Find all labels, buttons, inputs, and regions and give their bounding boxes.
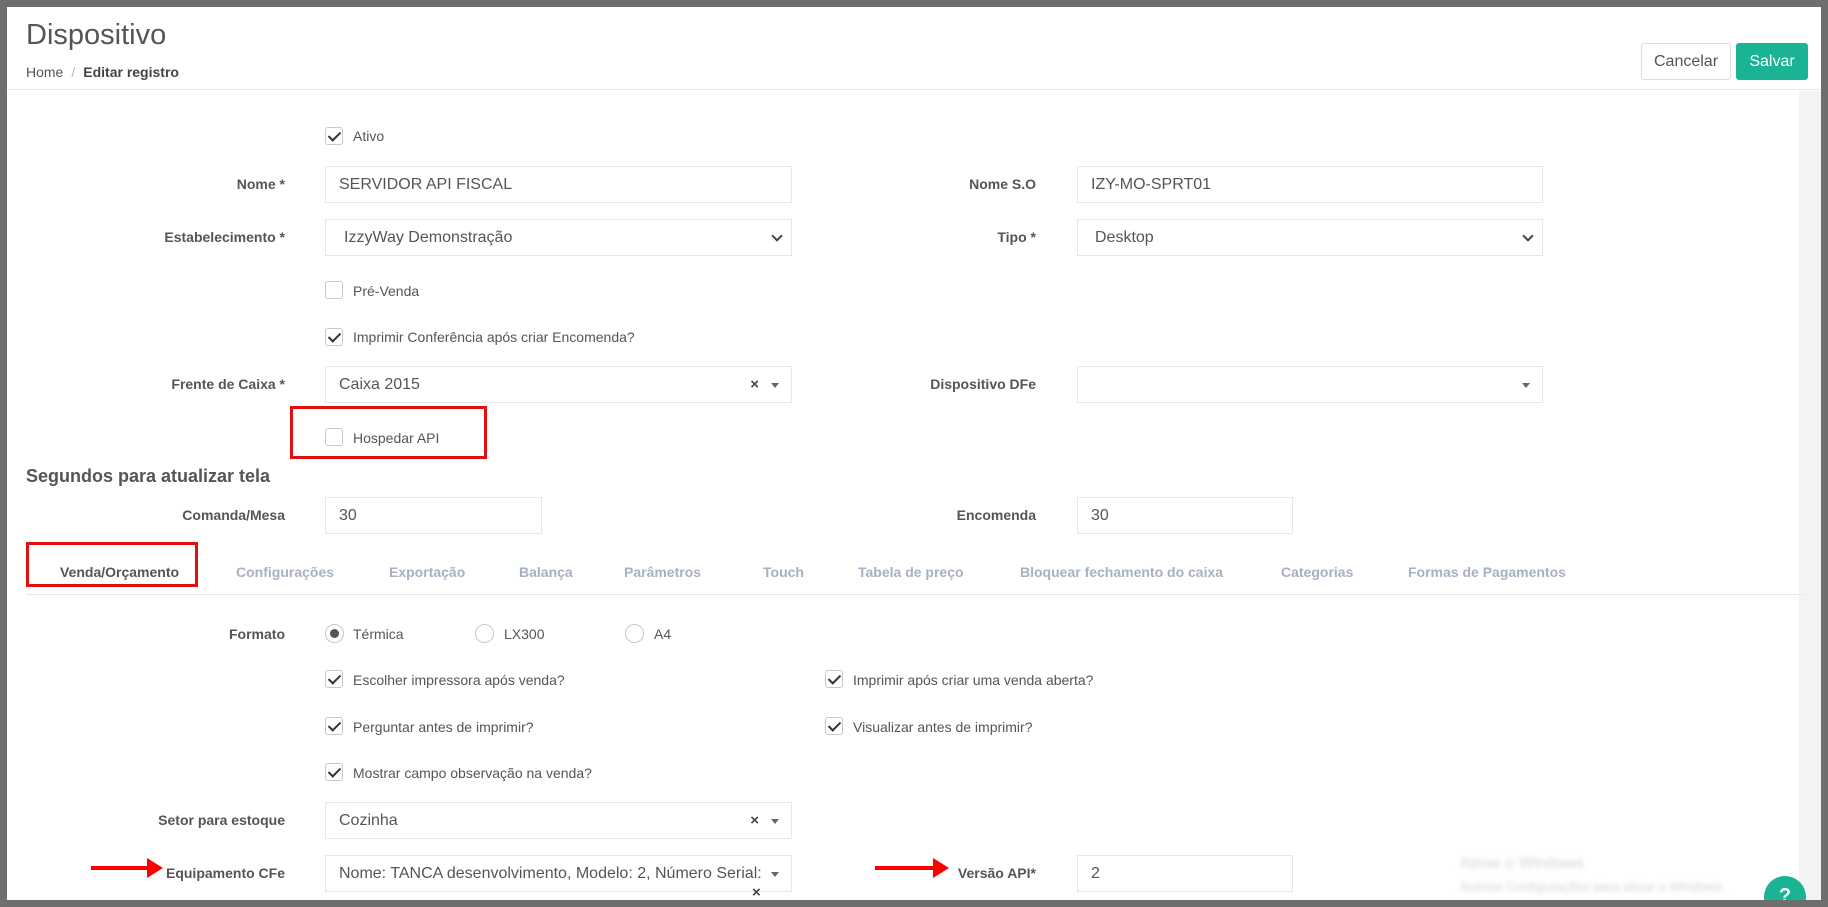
- highlight-hospedar-api: [290, 406, 487, 459]
- imprimir-venda-aberta-label: Imprimir após criar uma venda aberta?: [853, 672, 1094, 688]
- breadcrumb-home[interactable]: Home: [26, 64, 63, 80]
- chevron-down-icon: [1522, 230, 1534, 242]
- formato-lx300-label: LX300: [504, 626, 545, 642]
- visualizar-imprimir-checkbox[interactable]: [825, 717, 843, 735]
- mostrar-observacao-checkbox[interactable]: [325, 763, 343, 781]
- frente-caixa-label: Frente de Caixa *: [171, 376, 285, 392]
- tab-touch[interactable]: Touch: [763, 564, 804, 580]
- tab-formas-pagamentos[interactable]: Formas de Pagamentos: [1408, 564, 1566, 580]
- tab-bar: Venda/Orçamento Configurações Exportação…: [26, 549, 1804, 595]
- caret-down-icon: [771, 383, 779, 388]
- formato-a4-radio[interactable]: [625, 624, 644, 643]
- nome-so-label: Nome S.O: [969, 176, 1036, 192]
- tipo-value: Desktop: [1095, 228, 1154, 246]
- tipo-select[interactable]: Desktop: [1077, 219, 1543, 256]
- clear-icon[interactable]: ×: [750, 376, 759, 393]
- imprimir-venda-aberta-checkbox[interactable]: [825, 670, 843, 688]
- formato-termica-radio[interactable]: [325, 624, 344, 643]
- tipo-label: Tipo *: [997, 229, 1036, 245]
- estabelecimento-label: Estabelecimento *: [164, 229, 285, 245]
- tab-parametros[interactable]: Parâmetros: [624, 564, 701, 580]
- tab-balanca[interactable]: Balança: [519, 564, 573, 580]
- clear-icon[interactable]: ×: [752, 884, 761, 900]
- tab-configuracoes[interactable]: Configurações: [236, 564, 334, 580]
- tab-tabela-preco[interactable]: Tabela de preço: [858, 564, 964, 580]
- cancel-button[interactable]: Cancelar: [1641, 43, 1731, 80]
- setor-estoque-select[interactable]: Cozinha ×: [325, 802, 792, 839]
- estabelecimento-select[interactable]: IzzyWay Demonstração: [325, 219, 792, 256]
- highlight-tab-venda: [26, 542, 198, 587]
- breadcrumb-current: Editar registro: [83, 64, 179, 80]
- breadcrumb-separator: /: [71, 64, 76, 80]
- imprimir-conferencia-label: Imprimir Conferência após criar Encomend…: [353, 329, 635, 345]
- nome-label: Nome *: [236, 176, 285, 192]
- estabelecimento-value: IzzyWay Demonstração: [344, 228, 513, 246]
- caret-down-icon: [771, 819, 779, 824]
- chevron-down-icon: [771, 230, 783, 242]
- encomenda-input[interactable]: 30: [1077, 497, 1293, 534]
- tab-exportacao[interactable]: Exportação: [389, 564, 465, 580]
- caret-down-icon: [771, 872, 779, 877]
- formato-label: Formato: [229, 626, 285, 642]
- formato-termica-label: Térmica: [353, 626, 404, 642]
- visualizar-imprimir-label: Visualizar antes de imprimir?: [853, 719, 1033, 735]
- ativo-label: Ativo: [353, 128, 385, 144]
- breadcrumb: Home / Editar registro: [26, 64, 179, 80]
- save-button[interactable]: Salvar: [1736, 43, 1808, 80]
- equipamento-cfe-value: Nome: TANCA desenvolvimento, Modelo: 2, …: [339, 864, 762, 882]
- equipamento-cfe-label: Equipamento CFe: [165, 865, 285, 881]
- equipamento-cfe-select[interactable]: Nome: TANCA desenvolvimento, Modelo: 2, …: [325, 855, 792, 892]
- dispositivo-dfe-select[interactable]: [1077, 366, 1543, 403]
- encomenda-label: Encomenda: [956, 507, 1036, 523]
- setor-estoque-value: Cozinha: [339, 811, 398, 829]
- windows-watermark-subtitle: Acesse Configurações para ativar o Windo…: [1460, 879, 1726, 894]
- page-header: Dispositivo Home / Editar registro Cancela…: [7, 7, 1821, 90]
- nome-so-input[interactable]: IZY-MO-SPRT01: [1077, 166, 1543, 203]
- mostrar-observacao-label: Mostrar campo observação na venda?: [353, 765, 592, 781]
- form-panel: [7, 91, 1799, 900]
- red-arrow-versao-api: [875, 858, 949, 878]
- setor-estoque-label: Setor para estoque: [158, 812, 285, 828]
- escolher-impressora-checkbox[interactable]: [325, 670, 343, 688]
- red-arrow-equipamento: [91, 858, 163, 878]
- escolher-impressora-label: Escolher impressora após venda?: [353, 672, 565, 688]
- formato-lx300-radio[interactable]: [475, 624, 494, 643]
- clear-icon[interactable]: ×: [750, 812, 759, 829]
- formato-a4-label: A4: [654, 626, 672, 642]
- app-window: Dispositivo Home / Editar registro Cancela…: [7, 7, 1821, 900]
- dispositivo-dfe-label: Dispositivo DFe: [930, 376, 1036, 392]
- versao-api-label: Versão API*: [957, 865, 1036, 881]
- comanda-mesa-input[interactable]: 30: [325, 497, 542, 534]
- windows-watermark-title: Ativar o Windows: [1460, 855, 1584, 872]
- segundos-section-title: Segundos para atualizar tela: [26, 466, 271, 486]
- perguntar-imprimir-checkbox[interactable]: [325, 717, 343, 735]
- versao-api-input[interactable]: 2: [1077, 855, 1293, 892]
- nome-input[interactable]: SERVIDOR API FISCAL: [325, 166, 792, 203]
- pre-venda-checkbox[interactable]: [325, 281, 343, 299]
- perguntar-imprimir-label: Perguntar antes de imprimir?: [353, 719, 534, 735]
- pre-venda-label: Pré-Venda: [353, 283, 420, 299]
- tab-categorias[interactable]: Categorias: [1281, 564, 1353, 580]
- frente-caixa-value: Caixa 2015: [339, 375, 420, 393]
- ativo-checkbox[interactable]: [325, 127, 343, 145]
- imprimir-conferencia-checkbox[interactable]: [325, 328, 343, 346]
- frente-caixa-select[interactable]: Caixa 2015 ×: [325, 366, 792, 403]
- tab-bloquear-fechamento[interactable]: Bloquear fechamento do caixa: [1020, 564, 1223, 580]
- caret-down-icon: [1522, 383, 1530, 388]
- comanda-mesa-label: Comanda/Mesa: [182, 507, 285, 523]
- page-title: Dispositivo: [26, 19, 167, 51]
